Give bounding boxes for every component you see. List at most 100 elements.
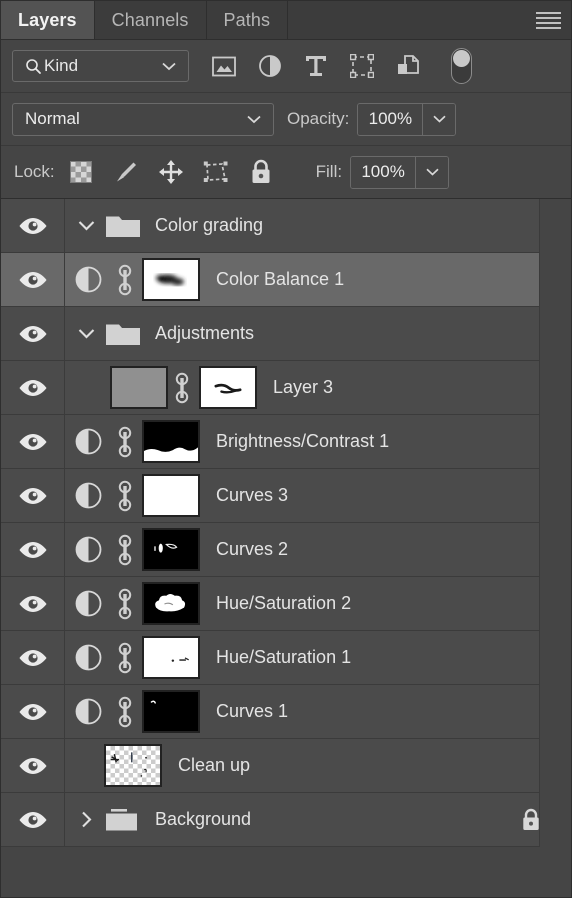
fill-value[interactable]: 100% bbox=[351, 156, 416, 188]
lock-image-pixels-icon[interactable] bbox=[112, 158, 140, 186]
layer-mask-link-icon[interactable] bbox=[111, 588, 139, 620]
layer-row-body[interactable]: Adjustments bbox=[65, 307, 571, 360]
tab-layers[interactable]: Layers bbox=[1, 1, 95, 39]
eye-icon bbox=[19, 757, 46, 774]
chevron-down-icon bbox=[433, 115, 446, 123]
layer-row[interactable]: Color grading bbox=[1, 199, 571, 253]
layer-name: Hue/Saturation 2 bbox=[216, 593, 352, 613]
layer-row-body[interactable]: Clean up bbox=[65, 739, 571, 792]
adjustment-layer-icon bbox=[75, 590, 101, 617]
fill-dropdown-button[interactable] bbox=[415, 156, 449, 188]
group-disclosure-toggle[interactable] bbox=[71, 811, 101, 828]
filter-kind-select[interactable]: Kind bbox=[12, 50, 189, 82]
layer-visibility-toggle[interactable] bbox=[1, 307, 65, 360]
layer-list-scrollbar[interactable] bbox=[539, 199, 571, 847]
lock-position-icon[interactable] bbox=[157, 158, 185, 186]
filter-enable-toggle[interactable] bbox=[451, 48, 472, 84]
eye-icon bbox=[19, 541, 46, 558]
layer-row[interactable]: Brightness/Contrast 1 bbox=[1, 415, 571, 469]
group-disclosure-toggle[interactable] bbox=[71, 220, 101, 231]
layer-row[interactable]: Background bbox=[1, 793, 571, 847]
adjustment-layer-filter-icon[interactable] bbox=[257, 52, 283, 80]
opacity-field[interactable]: 100% bbox=[357, 102, 457, 136]
layer-mask-thumbnail[interactable] bbox=[142, 420, 200, 463]
layer-visibility-toggle[interactable] bbox=[1, 523, 65, 576]
layer-row-body[interactable]: Brightness/Contrast 1 bbox=[65, 415, 571, 468]
layer-mask-link-icon[interactable] bbox=[111, 480, 139, 512]
layer-mask-link-icon[interactable] bbox=[111, 696, 139, 728]
layer-visibility-toggle[interactable] bbox=[1, 253, 65, 306]
adjustment-layer-icon[interactable] bbox=[65, 644, 111, 671]
folder-icon bbox=[105, 806, 141, 834]
layer-visibility-toggle[interactable] bbox=[1, 199, 65, 252]
layer-row-body[interactable]: Curves 1 bbox=[65, 685, 571, 738]
lock-all-icon[interactable] bbox=[247, 158, 275, 186]
group-disclosure-toggle[interactable] bbox=[71, 328, 101, 339]
adjustment-layer-icon bbox=[75, 644, 101, 671]
layer-row[interactable]: Color Balance 1 bbox=[1, 253, 571, 307]
layer-locked-icon bbox=[521, 808, 541, 832]
layer-row-body[interactable]: Curves 2 bbox=[65, 523, 571, 576]
panel-menu-button[interactable] bbox=[525, 1, 571, 39]
link-icon bbox=[118, 588, 132, 619]
tab-paths[interactable]: Paths bbox=[207, 1, 289, 39]
layer-visibility-toggle[interactable] bbox=[1, 577, 65, 630]
layer-row[interactable]: Curves 2 bbox=[1, 523, 571, 577]
layer-visibility-toggle[interactable] bbox=[1, 685, 65, 738]
layer-row-body[interactable]: Hue/Saturation 1 bbox=[65, 631, 571, 684]
link-icon bbox=[118, 534, 132, 565]
layer-mask-link-icon[interactable] bbox=[111, 534, 139, 566]
adjustment-layer-icon[interactable] bbox=[65, 428, 111, 455]
layer-row[interactable]: Clean up bbox=[1, 739, 571, 793]
link-icon bbox=[118, 264, 132, 295]
layer-row-body[interactable]: Color Balance 1 bbox=[65, 253, 571, 306]
adjustment-layer-icon[interactable] bbox=[65, 590, 111, 617]
opacity-dropdown-button[interactable] bbox=[422, 103, 456, 135]
adjustment-layer-icon[interactable] bbox=[65, 698, 111, 725]
layer-visibility-toggle[interactable] bbox=[1, 793, 65, 846]
adjustment-layer-icon[interactable] bbox=[65, 536, 111, 563]
layer-mask-link-icon[interactable] bbox=[111, 264, 139, 296]
layer-thumbnail[interactable] bbox=[104, 744, 162, 787]
layer-row-body[interactable]: Color grading bbox=[65, 199, 571, 252]
layer-row-body[interactable]: Hue/Saturation 2 bbox=[65, 577, 571, 630]
layer-mask-thumbnail[interactable] bbox=[142, 528, 200, 571]
adjustment-layer-icon[interactable] bbox=[65, 266, 111, 293]
blend-mode-select[interactable]: Normal bbox=[12, 102, 274, 136]
fill-field[interactable]: 100% bbox=[350, 155, 450, 189]
layer-mask-thumbnail[interactable] bbox=[199, 366, 257, 409]
layer-mask-thumbnail[interactable] bbox=[142, 636, 200, 679]
shape-layer-filter-icon[interactable] bbox=[349, 52, 375, 80]
layer-mask-link-icon[interactable] bbox=[111, 426, 139, 458]
lock-artboard-nesting-icon[interactable] bbox=[202, 158, 230, 186]
smart-object-filter-icon[interactable] bbox=[395, 52, 421, 80]
layer-row-body[interactable]: Curves 3 bbox=[65, 469, 571, 522]
chevron-down-icon bbox=[426, 168, 439, 176]
layer-thumbnail[interactable] bbox=[110, 366, 168, 409]
tab-channels[interactable]: Channels bbox=[95, 1, 207, 39]
layer-visibility-toggle[interactable] bbox=[1, 361, 65, 414]
layer-row[interactable]: Layer 3 bbox=[1, 361, 571, 415]
opacity-value[interactable]: 100% bbox=[358, 103, 423, 135]
layer-mask-link-icon[interactable] bbox=[168, 372, 196, 404]
layer-visibility-toggle[interactable] bbox=[1, 469, 65, 522]
layer-row[interactable]: Curves 3 bbox=[1, 469, 571, 523]
layer-mask-thumbnail[interactable] bbox=[142, 474, 200, 517]
layer-mask-thumbnail[interactable] bbox=[142, 582, 200, 625]
layer-row[interactable]: Curves 1 bbox=[1, 685, 571, 739]
layer-row[interactable]: Adjustments bbox=[1, 307, 571, 361]
lock-transparency-icon[interactable] bbox=[67, 158, 95, 186]
layer-row-body[interactable]: Layer 3 bbox=[65, 361, 571, 414]
layer-visibility-toggle[interactable] bbox=[1, 631, 65, 684]
layer-mask-link-icon[interactable] bbox=[111, 642, 139, 674]
layer-mask-thumbnail[interactable] bbox=[142, 690, 200, 733]
layer-mask-thumbnail[interactable] bbox=[142, 258, 200, 301]
adjustment-layer-icon[interactable] bbox=[65, 482, 111, 509]
layer-row-body[interactable]: Background bbox=[65, 793, 571, 846]
layer-visibility-toggle[interactable] bbox=[1, 739, 65, 792]
layer-visibility-toggle[interactable] bbox=[1, 415, 65, 468]
pixel-layer-filter-icon[interactable] bbox=[211, 52, 237, 80]
layer-row[interactable]: Hue/Saturation 1 bbox=[1, 631, 571, 685]
layer-row[interactable]: Hue/Saturation 2 bbox=[1, 577, 571, 631]
type-layer-filter-icon[interactable] bbox=[303, 52, 329, 80]
